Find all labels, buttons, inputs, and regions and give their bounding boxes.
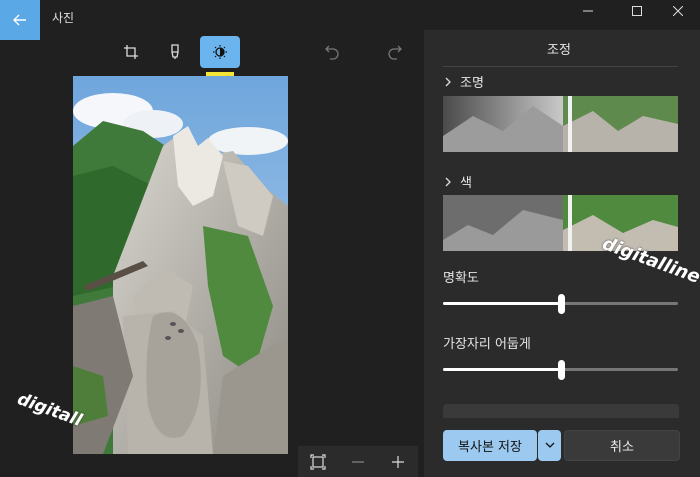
collapsed-section-bar[interactable] bbox=[443, 404, 679, 418]
chevron-down-icon bbox=[545, 442, 554, 448]
slider-thumb[interactable] bbox=[557, 294, 565, 314]
color-preview-strip[interactable] bbox=[443, 195, 678, 251]
title-bar: 사진 bbox=[0, 0, 700, 40]
maximize-button[interactable] bbox=[614, 0, 659, 22]
minus-icon bbox=[352, 460, 364, 463]
cancel-button[interactable]: 취소 bbox=[564, 430, 680, 461]
minimize-icon bbox=[582, 10, 593, 12]
section-light-toggle[interactable]: 조명 bbox=[444, 72, 484, 91]
markup-button[interactable] bbox=[155, 36, 195, 68]
minimize-button[interactable] bbox=[565, 0, 610, 22]
chevron-right-icon bbox=[445, 77, 451, 86]
save-copy-button[interactable]: 복사본 저장 bbox=[443, 430, 537, 461]
redo-icon bbox=[388, 45, 402, 60]
clarity-label: 명확도 bbox=[443, 271, 479, 286]
undo-icon bbox=[325, 45, 339, 60]
vignette-slider[interactable] bbox=[443, 360, 678, 380]
light-preview-image bbox=[443, 96, 678, 152]
adjust-panel: 조정 조명 색 digitalline 명확도 가장자리 어둡게 복사본 저장 … bbox=[424, 30, 700, 477]
fit-to-window-icon bbox=[310, 453, 326, 470]
vignette-label: 가장자리 어둡게 bbox=[443, 337, 531, 352]
zoom-in-button[interactable] bbox=[378, 446, 418, 477]
photo-canvas[interactable] bbox=[73, 76, 288, 454]
adjust-icon bbox=[213, 45, 227, 59]
back-button[interactable] bbox=[0, 0, 40, 40]
section-light-label: 조명 bbox=[460, 76, 484, 91]
maximize-icon bbox=[631, 6, 642, 16]
slider-fill bbox=[443, 368, 561, 371]
close-button[interactable] bbox=[655, 0, 700, 22]
chevron-right-icon bbox=[445, 177, 451, 186]
section-color-toggle[interactable]: 색 bbox=[444, 172, 472, 191]
close-icon bbox=[672, 6, 683, 16]
back-arrow-icon bbox=[13, 14, 26, 26]
undo-button[interactable] bbox=[312, 36, 352, 68]
redo-button[interactable] bbox=[375, 36, 415, 68]
clarity-slider[interactable] bbox=[443, 294, 678, 314]
save-options-dropdown[interactable] bbox=[538, 430, 561, 461]
section-color-label: 색 bbox=[460, 176, 472, 191]
fit-to-window-button[interactable] bbox=[298, 446, 338, 477]
zoom-bar bbox=[298, 446, 418, 477]
markup-icon bbox=[171, 44, 179, 59]
slider-thumb[interactable] bbox=[557, 360, 565, 380]
light-preview-strip[interactable] bbox=[443, 96, 678, 152]
crop-icon bbox=[124, 45, 138, 59]
panel-divider bbox=[443, 66, 678, 67]
app-title: 사진 bbox=[52, 11, 75, 25]
adjust-button[interactable] bbox=[200, 36, 240, 68]
plus-icon bbox=[392, 455, 404, 468]
zoom-out-button[interactable] bbox=[338, 446, 378, 477]
color-preview-image bbox=[443, 195, 678, 251]
panel-title: 조정 bbox=[547, 43, 571, 58]
mountain-photo bbox=[73, 76, 288, 454]
slider-fill bbox=[443, 302, 561, 305]
crop-button[interactable] bbox=[111, 36, 151, 68]
